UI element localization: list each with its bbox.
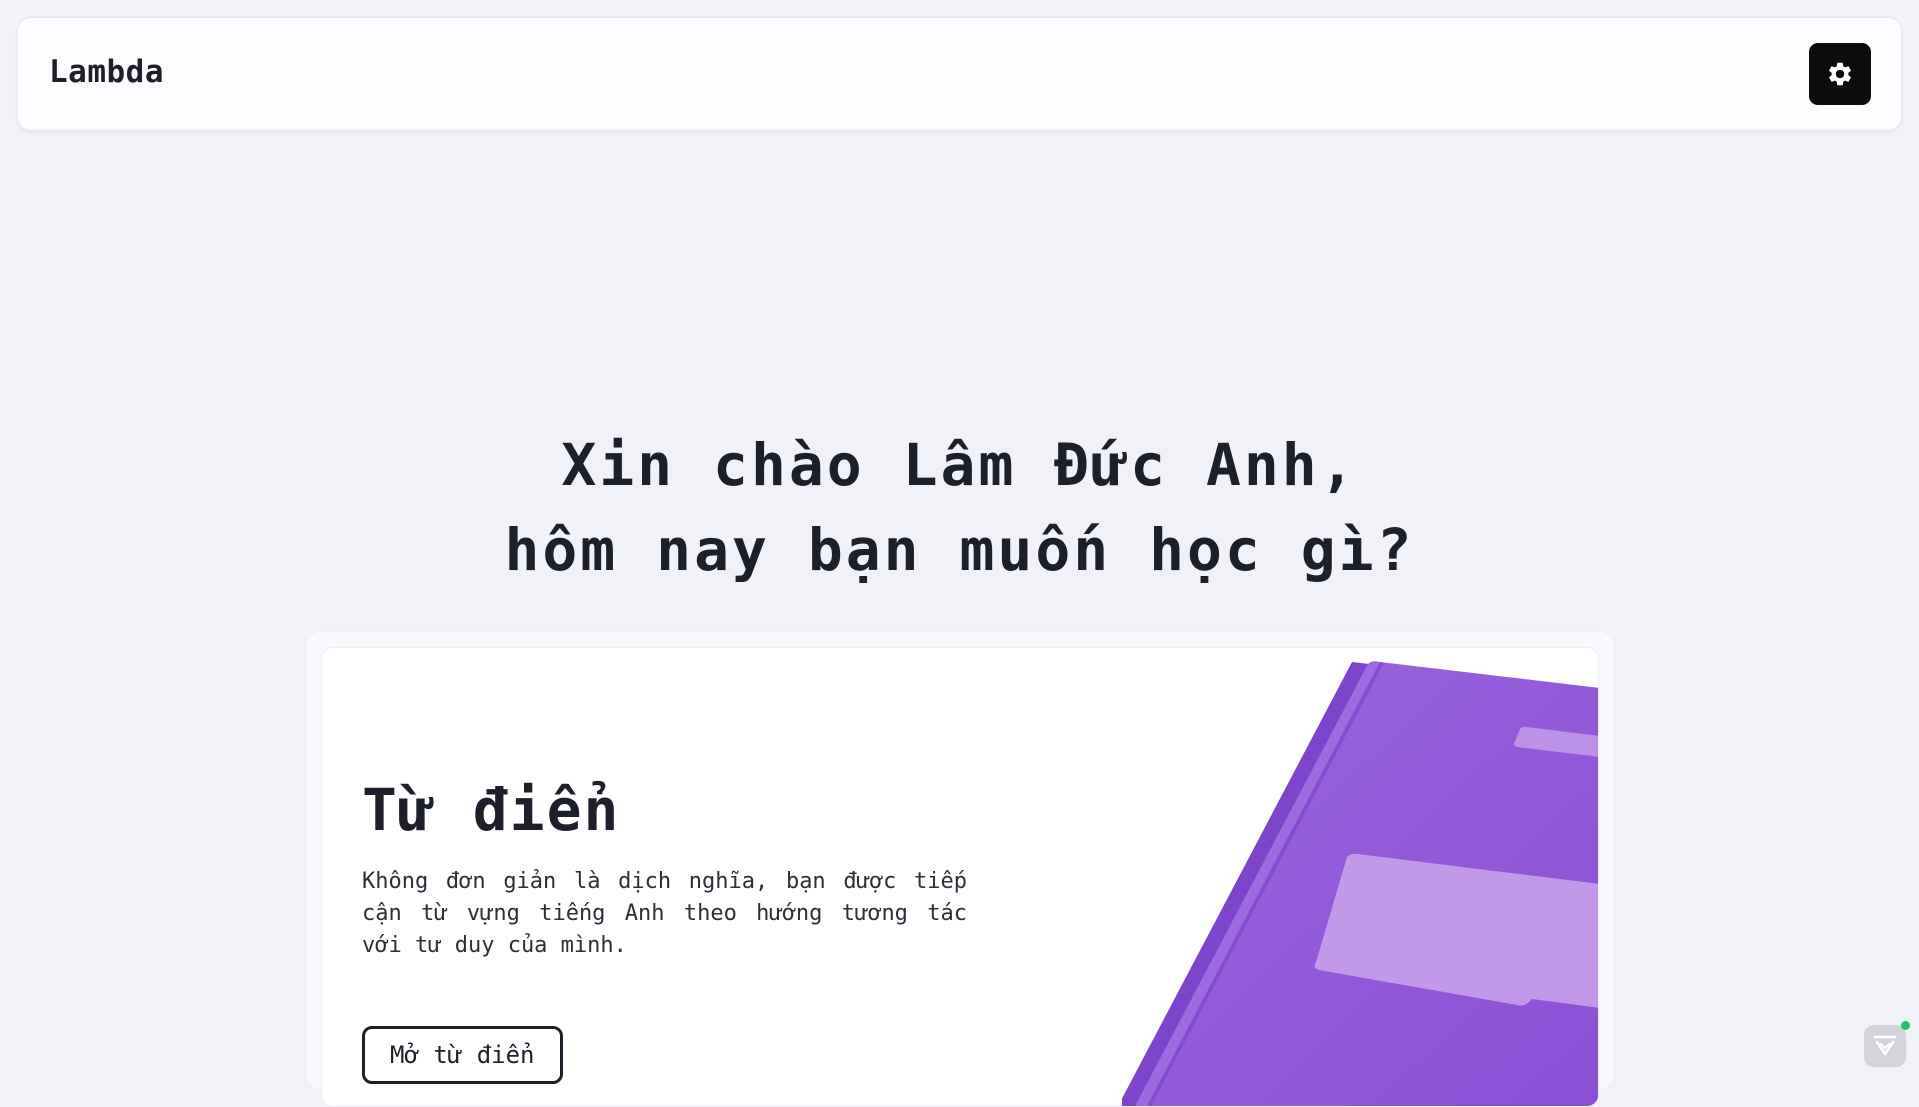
brand-logo[interactable]: Lambda — [49, 54, 164, 90]
dictionary-card-wrapper: Từ điển Không đơn giản là dịch nghĩa, bạ… — [305, 631, 1615, 1107]
open-dictionary-button[interactable]: Mở từ điển — [362, 1026, 563, 1084]
floating-chat-widget[interactable] — [1864, 1021, 1910, 1067]
card-title: Từ điển — [362, 776, 621, 844]
top-navbar: Lambda — [17, 17, 1902, 131]
card-description: Không đơn giản là dịch nghĩa, bạn được t… — [362, 869, 967, 958]
greeting-line-1: Xin chào Lâm Đức Anh, — [561, 430, 1358, 499]
online-status-dot — [1901, 1021, 1910, 1030]
greeting-line-2: hôm nay bạn muốn học gì? — [504, 515, 1415, 584]
book-illustration — [1122, 661, 1598, 1106]
settings-button[interactable] — [1809, 43, 1871, 105]
greeting-heading: Xin chào Lâm Đức Anh, hôm nay bạn muốn h… — [0, 423, 1919, 593]
dictionary-card: Từ điển Không đơn giản là dịch nghĩa, bạ… — [321, 647, 1599, 1107]
chat-check-icon — [1873, 1035, 1897, 1056]
gear-icon — [1829, 62, 1851, 86]
